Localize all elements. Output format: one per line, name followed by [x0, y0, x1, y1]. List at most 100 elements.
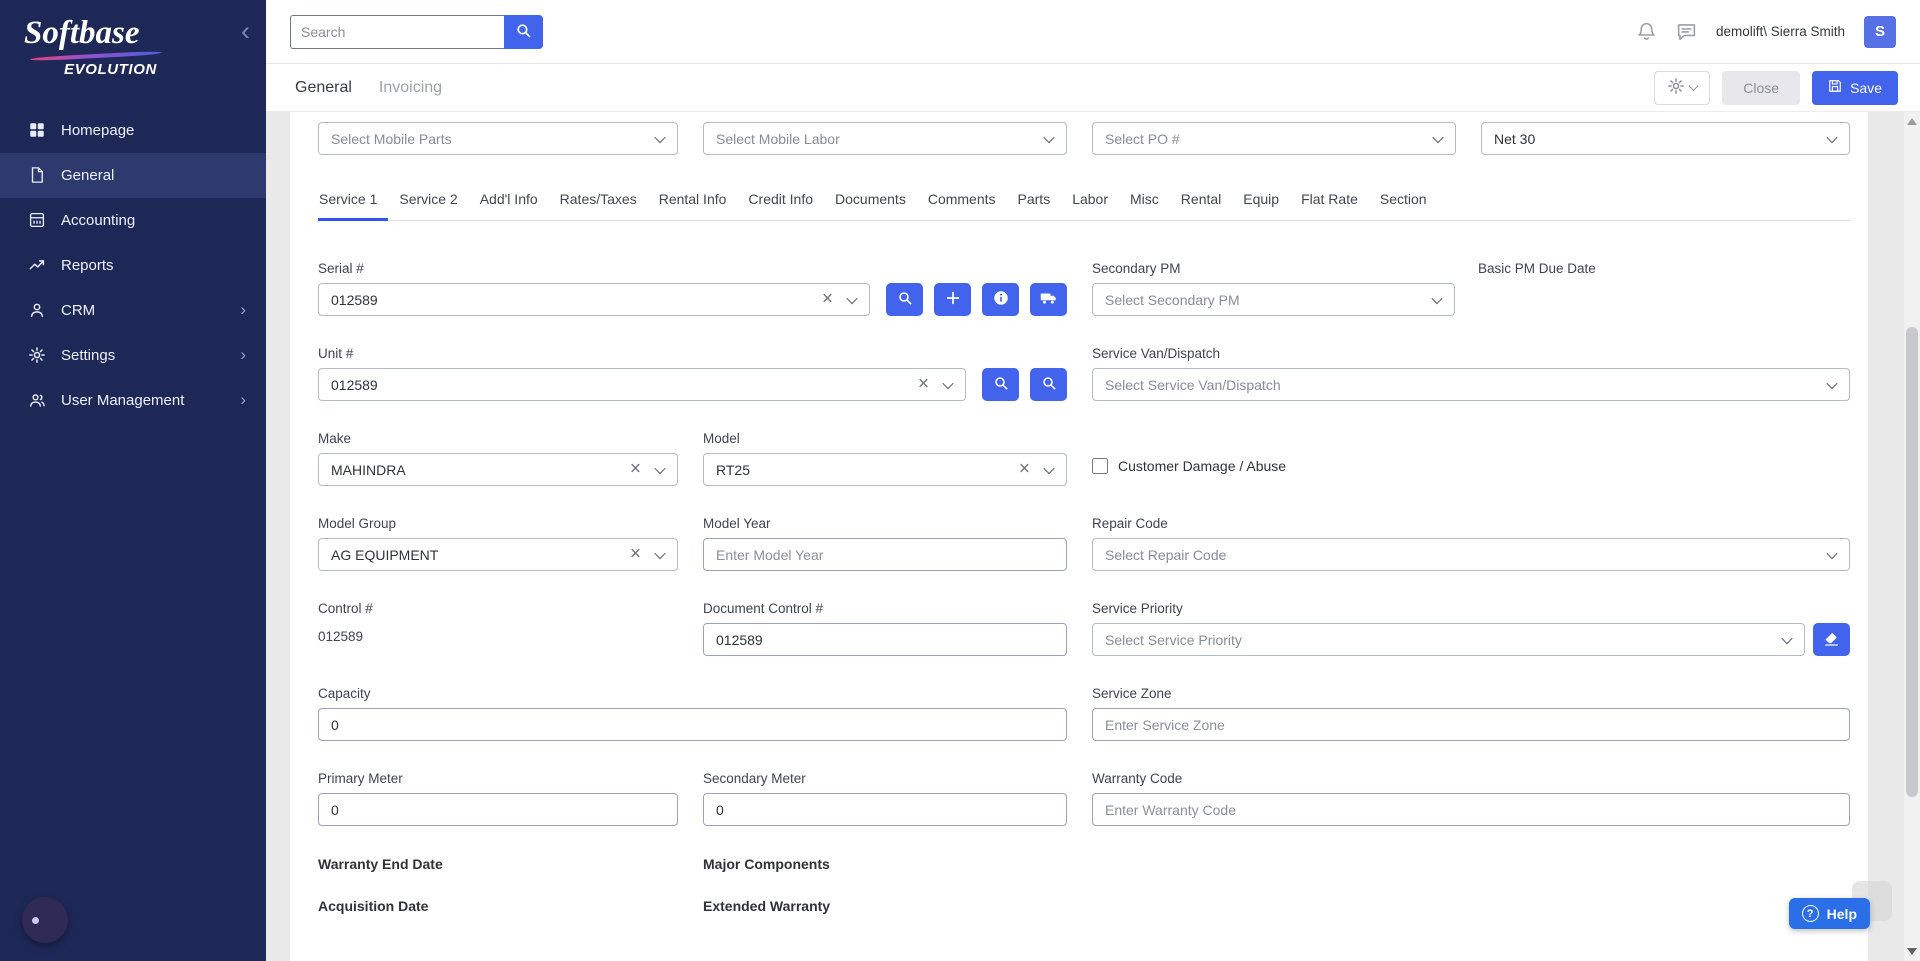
repair-code-field-group: Repair Code Select Repair Code	[1092, 516, 1850, 571]
form-tab-labor[interactable]: Labor	[1061, 191, 1119, 220]
service-van-select[interactable]: Select Service Van/Dispatch	[1092, 368, 1850, 401]
vertical-scrollbar[interactable]	[1904, 112, 1920, 961]
logo-swoosh	[30, 50, 162, 61]
form-tab-flat-rate[interactable]: Flat Rate	[1290, 191, 1369, 220]
chat-launcher-button[interactable]	[22, 897, 68, 943]
sidebar-item-crm[interactable]: CRM ›	[0, 288, 266, 333]
extended-warranty-label: Extended Warranty	[703, 898, 1067, 914]
search-button[interactable]	[504, 15, 543, 49]
mobile-parts-select[interactable]: Select Mobile Parts	[318, 122, 678, 155]
serial-search-button[interactable]	[886, 283, 923, 316]
serial-add-button[interactable]	[934, 283, 971, 316]
sidebar-item-general[interactable]: General	[0, 153, 266, 198]
help-button[interactable]: ? Help	[1789, 898, 1870, 929]
customer-damage-group: Customer Damage / Abuse	[1092, 431, 1850, 486]
primary-meter-input[interactable]	[318, 793, 678, 826]
secondary-meter-input[interactable]	[703, 793, 1067, 826]
clear-icon[interactable]: ×	[822, 289, 833, 308]
form-tab-section[interactable]: Section	[1369, 191, 1438, 220]
warranty-code-group: Warranty Code	[1092, 771, 1850, 826]
capacity-input[interactable]	[318, 708, 1067, 741]
chevron-down-icon	[654, 547, 665, 558]
page-settings-button[interactable]	[1654, 71, 1710, 105]
serial-info-button[interactable]	[982, 283, 1019, 316]
form-tab-rates-taxes[interactable]: Rates/Taxes	[549, 191, 648, 220]
avatar[interactable]: S	[1864, 16, 1896, 48]
unit-search-button[interactable]	[982, 368, 1019, 401]
main-area: demolift\ Sierra Smith S General Invoici…	[266, 0, 1920, 961]
make-field-group: Make MAHINDRA ×	[318, 431, 678, 486]
sidebar-item-homepage[interactable]: Homepage	[0, 108, 266, 153]
terms-select-value: Net 30	[1494, 131, 1535, 147]
make-combo[interactable]: MAHINDRA ×	[318, 453, 678, 486]
eraser-icon	[1823, 630, 1840, 650]
form-tab-equip[interactable]: Equip	[1232, 191, 1290, 220]
form-tab-credit-info[interactable]: Credit Info	[737, 191, 824, 220]
po-number-select[interactable]: Select PO #	[1092, 122, 1456, 155]
form-tab-service-2[interactable]: Service 2	[388, 191, 468, 220]
document-control-input[interactable]	[703, 623, 1067, 656]
secondary-pm-area: Secondary PM Select Secondary PM Basic P…	[1092, 261, 1850, 316]
collapse-sidebar-icon[interactable]: ‹	[233, 16, 258, 47]
acquisition-date-label: Acquisition Date	[318, 898, 678, 914]
terms-select[interactable]: Net 30	[1481, 122, 1850, 155]
model-combo[interactable]: RT25 ×	[703, 453, 1067, 486]
chevron-down-icon	[846, 292, 857, 303]
clear-icon[interactable]: ×	[630, 544, 641, 563]
question-mark-icon: ?	[1802, 905, 1819, 922]
warranty-code-input[interactable]	[1092, 793, 1850, 826]
unit-lookup-button[interactable]	[1030, 368, 1067, 401]
form-tab-comments[interactable]: Comments	[917, 191, 1007, 220]
document-icon	[27, 166, 46, 185]
form-tab-rental[interactable]: Rental	[1170, 191, 1232, 220]
model-field-group: Model RT25 ×	[703, 431, 1067, 486]
gear-icon	[1667, 77, 1685, 98]
form-tab-documents[interactable]: Documents	[824, 191, 917, 220]
form-tab-addl-info[interactable]: Add'l Info	[469, 191, 549, 220]
model-year-input[interactable]	[703, 538, 1067, 571]
scroll-down-arrow-icon[interactable]	[1907, 948, 1917, 955]
service-zone-input[interactable]	[1092, 708, 1850, 741]
serial-combo[interactable]: 012589 ×	[318, 283, 870, 316]
scrollbar-thumb[interactable]	[1906, 327, 1918, 797]
tab-general[interactable]: General	[295, 79, 352, 97]
form-tab-misc[interactable]: Misc	[1119, 191, 1170, 220]
sidebar-item-accounting[interactable]: Accounting	[0, 198, 266, 243]
clear-icon[interactable]: ×	[630, 459, 641, 478]
tab-invoicing[interactable]: Invoicing	[379, 79, 442, 97]
clear-icon[interactable]: ×	[1019, 459, 1030, 478]
service-priority-clear-button[interactable]	[1813, 623, 1850, 656]
messages-chat-icon[interactable]	[1676, 21, 1697, 42]
form-tab-parts[interactable]: Parts	[1007, 191, 1062, 220]
serial-dispatch-button[interactable]	[1030, 283, 1067, 316]
sidebar-item-user-management[interactable]: User Management ›	[0, 378, 266, 423]
notifications-bell-icon[interactable]	[1636, 21, 1657, 42]
secondary-meter-label: Secondary Meter	[703, 771, 1067, 786]
sidebar-item-reports[interactable]: Reports	[0, 243, 266, 288]
line-chart-icon	[27, 256, 46, 275]
clear-icon[interactable]: ×	[918, 374, 929, 393]
mobile-labor-select[interactable]: Select Mobile Labor	[703, 122, 1067, 155]
close-button[interactable]: Close	[1722, 71, 1800, 105]
search-input[interactable]	[290, 15, 504, 49]
page-actions: Close Save	[1654, 71, 1898, 105]
service-priority-select[interactable]: Select Service Priority	[1092, 623, 1805, 656]
form-tab-rental-info[interactable]: Rental Info	[648, 191, 738, 220]
service-priority-value: Select Service Priority	[1105, 632, 1242, 648]
home-grid-icon	[27, 121, 46, 140]
scroll-up-arrow-icon[interactable]	[1907, 118, 1917, 125]
brand-name: Softbase	[24, 16, 248, 51]
form-tab-service-1[interactable]: Service 1	[318, 191, 388, 220]
search-icon	[897, 290, 913, 309]
repair-code-value: Select Repair Code	[1105, 547, 1226, 563]
repair-code-select[interactable]: Select Repair Code	[1092, 538, 1850, 571]
secondary-pm-select[interactable]: Select Secondary PM	[1092, 283, 1455, 316]
model-group-combo[interactable]: AG EQUIPMENT ×	[318, 538, 678, 571]
model-value: RT25	[716, 462, 750, 478]
unit-combo[interactable]: 012589 ×	[318, 368, 966, 401]
warranty-code-label: Warranty Code	[1092, 771, 1850, 786]
customer-damage-checkbox[interactable]	[1092, 458, 1108, 474]
sidebar: Softbase EVOLUTION ‹ Homepage General	[0, 0, 266, 961]
save-button[interactable]: Save	[1812, 71, 1898, 105]
sidebar-item-settings[interactable]: Settings ›	[0, 333, 266, 378]
